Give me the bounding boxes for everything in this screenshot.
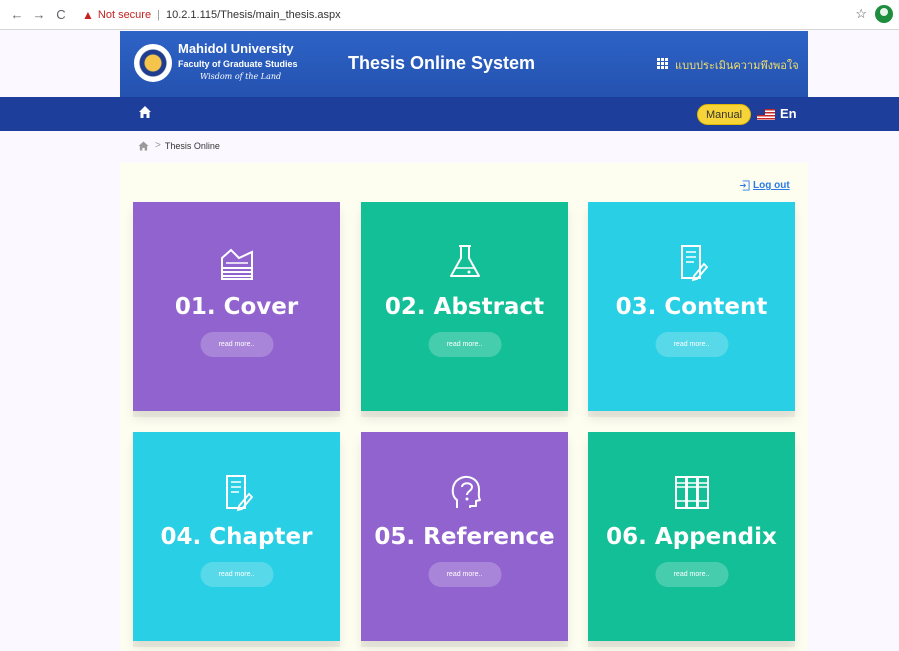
- read-more-button[interactable]: read more..: [428, 562, 501, 587]
- system-title: Thesis Online System: [348, 53, 536, 73]
- card-reference[interactable]: 05. Reference read more..: [361, 432, 568, 641]
- bookmark-star-icon[interactable]: ☆: [855, 6, 867, 22]
- breadcrumb-current: Thesis Online: [164, 140, 220, 151]
- card-content[interactable]: 03. Content read more..: [588, 202, 795, 411]
- site-header: Mahidol University Faculty of Graduate S…: [120, 31, 808, 97]
- breadcrumb: > Thesis Online: [138, 140, 220, 151]
- card-title: 03. Content: [615, 294, 768, 320]
- card-cover[interactable]: 01. Cover read more..: [133, 202, 340, 411]
- card-title: 02. Abstract: [384, 294, 545, 320]
- read-more-button[interactable]: read more..: [655, 562, 728, 587]
- read-more-button[interactable]: read more..: [428, 332, 501, 357]
- grid-menu-icon[interactable]: [657, 58, 668, 69]
- books-icon: [674, 476, 709, 509]
- survey-link[interactable]: แบบประเมินความพึงพอใจ: [675, 56, 799, 74]
- card-abstract[interactable]: 02. Abstract read more..: [361, 202, 568, 411]
- document-pen-icon: [680, 245, 708, 282]
- forward-arrow-icon[interactable]: →: [30, 6, 48, 24]
- profile-avatar-icon[interactable]: [875, 5, 893, 23]
- card-title: 05. Reference: [374, 524, 555, 550]
- faculty-name: Faculty of Graduate Studies: [178, 59, 298, 69]
- university-name: Mahidol University: [178, 41, 294, 56]
- logout-icon: [739, 180, 750, 191]
- us-flag-icon[interactable]: [757, 109, 775, 120]
- flask-icon: [449, 245, 480, 277]
- read-more-button[interactable]: read more..: [655, 332, 728, 357]
- not-secure-label[interactable]: Not secure: [98, 9, 151, 21]
- read-more-button[interactable]: read more..: [200, 332, 273, 357]
- manual-button[interactable]: Manual: [697, 104, 751, 125]
- reload-icon[interactable]: C: [52, 6, 70, 24]
- question-head-icon: [451, 475, 481, 508]
- home-icon[interactable]: [138, 105, 152, 119]
- read-more-button[interactable]: read more..: [200, 562, 273, 587]
- warning-icon: ▲: [82, 7, 94, 22]
- card-title: 04. Chapter: [160, 524, 313, 550]
- card-appendix[interactable]: 06. Appendix read more..: [588, 432, 795, 641]
- logout-link[interactable]: Log out: [739, 180, 790, 191]
- back-arrow-icon[interactable]: ←: [8, 6, 26, 24]
- card-title: 06. Appendix: [606, 524, 777, 550]
- breadcrumb-separator: >: [155, 140, 161, 151]
- university-motto: Wisdom of the Land: [200, 72, 282, 81]
- address-bar[interactable]: 10.2.1.115/Thesis/main_thesis.aspx: [166, 9, 341, 21]
- card-chapter[interactable]: 04. Chapter read more..: [133, 432, 340, 641]
- university-logo[interactable]: [134, 44, 172, 82]
- logout-label[interactable]: Log out: [753, 180, 790, 191]
- main-navbar: Manual En: [0, 97, 899, 131]
- document-pen-icon: [225, 475, 253, 512]
- card-title: 01. Cover: [174, 294, 299, 320]
- browser-toolbar: ← → C ▲ Not secure | 10.2.1.115/Thesis/m…: [0, 0, 899, 30]
- breadcrumb-home-icon[interactable]: [138, 140, 149, 151]
- language-toggle[interactable]: En: [780, 106, 797, 121]
- url-separator: |: [157, 8, 160, 21]
- papers-stack-icon: [220, 248, 253, 280]
